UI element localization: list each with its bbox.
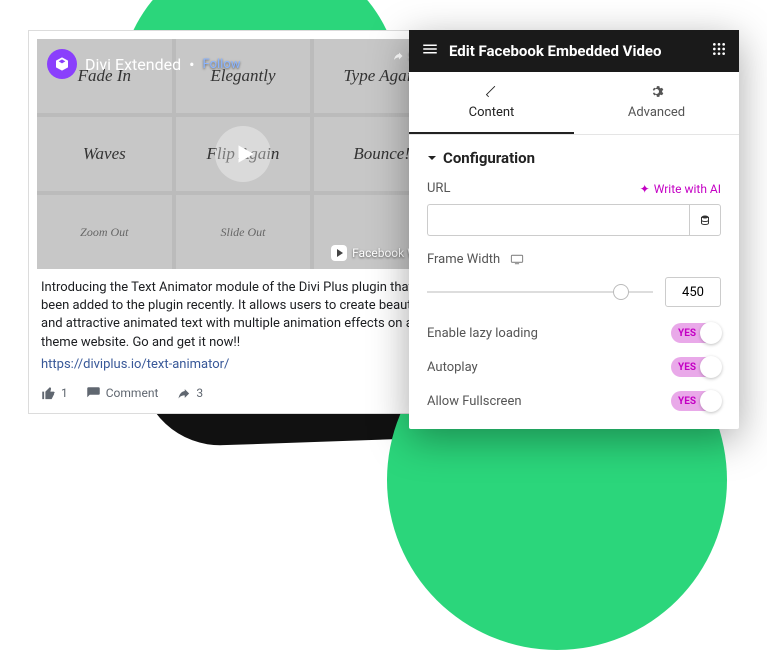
editor-panel: Edit Facebook Embedded Video Content Adv… — [409, 30, 739, 429]
preview-cell: Waves — [37, 117, 172, 191]
drag-grid-icon[interactable] — [711, 41, 727, 61]
facebook-embed-card: Fade In Elegantly Type Again Waves Flip … — [28, 30, 458, 414]
section-toggle[interactable]: Configuration — [427, 149, 721, 167]
toggle-state: YES — [678, 396, 696, 407]
editor-title: Edit Facebook Embedded Video — [449, 42, 701, 60]
post-link[interactable]: https://diviplus.io/text-animator/ — [41, 356, 445, 374]
comment-button[interactable]: Comment — [86, 386, 159, 401]
toggle-label: Enable lazy loading — [427, 326, 538, 341]
share-action[interactable]: 3 — [176, 386, 203, 401]
page-name[interactable]: Divi Extended — [85, 55, 181, 74]
section-title: Configuration — [443, 149, 535, 167]
video-thumbnail[interactable]: Fade In Elegantly Type Again Waves Flip … — [37, 39, 449, 269]
page-avatar[interactable] — [47, 49, 77, 79]
editor-header: Edit Facebook Embedded Video — [409, 30, 739, 72]
comment-label: Comment — [106, 386, 159, 400]
toggle-lazy-loading: Enable lazy loading YES — [427, 323, 721, 343]
toggle-fullscreen: Allow Fullscreen YES — [427, 391, 721, 411]
ai-link-text: Write with AI — [654, 182, 721, 196]
like-count: 1 — [61, 386, 68, 400]
write-with-ai-link[interactable]: ✦ Write with AI — [640, 182, 721, 196]
toggle-label: Allow Fullscreen — [427, 394, 522, 409]
toggle-label: Autoplay — [427, 360, 478, 375]
separator-dot: • — [189, 55, 194, 74]
follow-link[interactable]: Follow — [203, 57, 241, 72]
editor-tabs: Content Advanced — [409, 72, 739, 135]
tab-content[interactable]: Content — [409, 72, 574, 134]
toggle-autoplay: Autoplay YES — [427, 357, 721, 377]
desktop-icon[interactable] — [510, 254, 524, 265]
post-body: Introducing the Text Animator module of … — [37, 269, 449, 378]
preview-cell: Slide Out — [176, 195, 311, 269]
field-frame-width: Frame Width 450 — [427, 252, 721, 307]
like-button[interactable]: 1 — [41, 386, 68, 401]
tab-label: Advanced — [628, 105, 685, 120]
editor-body: Configuration URL ✦ Write with AI Frame … — [409, 135, 739, 429]
toggle-state: YES — [678, 328, 696, 339]
toggle-switch[interactable]: YES — [671, 323, 721, 343]
framewidth-value[interactable]: 450 — [665, 277, 721, 307]
toggle-state: YES — [678, 362, 696, 373]
play-button[interactable] — [215, 126, 271, 182]
preview-cell: Zoom Out — [37, 195, 172, 269]
framewidth-label: Frame Width — [427, 252, 500, 267]
post-actions: 1 Comment 3 — [37, 378, 449, 405]
post-description: Introducing the Text Animator module of … — [41, 279, 445, 352]
url-label: URL — [427, 181, 450, 196]
framewidth-slider[interactable] — [427, 282, 653, 302]
share-count: 3 — [196, 386, 203, 400]
toggle-switch[interactable]: YES — [671, 391, 721, 411]
tab-label: Content — [469, 105, 515, 120]
toggle-switch[interactable]: YES — [671, 357, 721, 377]
slider-thumb[interactable] — [613, 284, 629, 300]
dynamic-content-button[interactable] — [689, 204, 721, 236]
tab-advanced[interactable]: Advanced — [574, 72, 739, 134]
url-input[interactable] — [427, 204, 689, 236]
video-overlay-header: Divi Extended • Follow — [47, 49, 241, 79]
sparkle-icon: ✦ — [640, 182, 650, 196]
field-url: URL ✦ Write with AI — [427, 181, 721, 236]
watch-icon — [331, 245, 347, 261]
hamburger-icon[interactable] — [421, 40, 439, 62]
